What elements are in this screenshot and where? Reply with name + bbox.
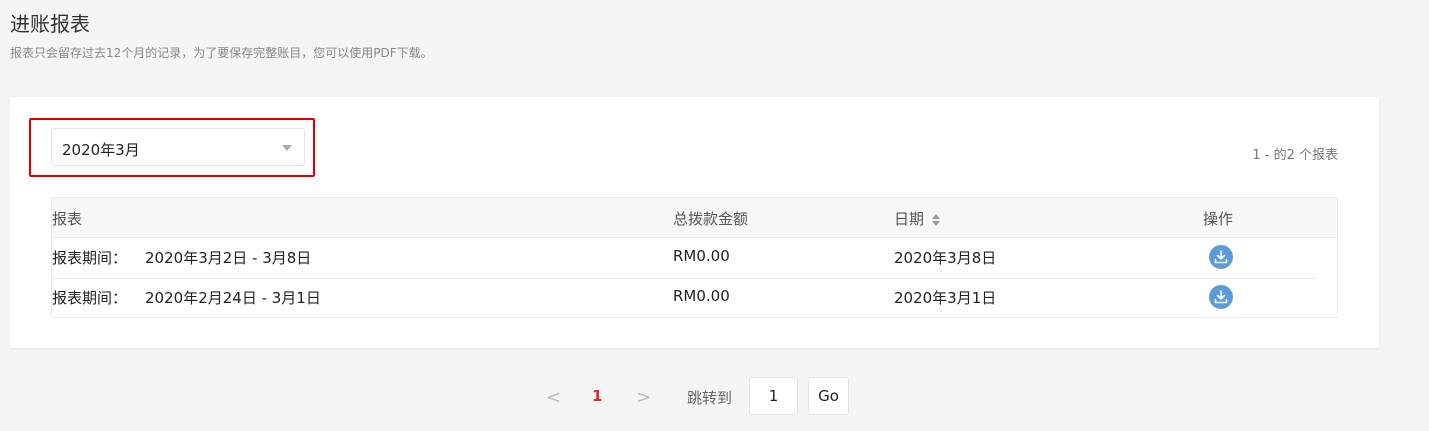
- column-header-date-label: 日期: [894, 210, 925, 228]
- amount-cell: RM0.00: [673, 287, 730, 305]
- report-period-cell: 报表期间： 2020年2月24日 - 3月1日: [52, 287, 321, 308]
- period-range: 2020年3月2日 - 3月8日: [145, 249, 312, 267]
- period-label: 报表期间：: [52, 289, 128, 307]
- page-number-current[interactable]: 1: [592, 387, 602, 405]
- column-header-report: 报表: [52, 210, 83, 228]
- sort-icon[interactable]: [932, 213, 941, 226]
- table-row: 报表期间： 2020年3月2日 - 3月8日 RM0.00 2020年3月8日: [52, 238, 1317, 279]
- download-icon[interactable]: [1209, 285, 1233, 309]
- result-count: 1 - 的2 个报表: [1252, 148, 1338, 163]
- column-header-date[interactable]: 日期: [894, 208, 941, 229]
- report-card: 2020年3月 1 - 的2 个报表 报表 总拨款金额 日期 操作 报表期间： 2…: [10, 97, 1379, 348]
- date-cell: 2020年3月1日: [894, 289, 997, 307]
- next-page-button[interactable]: >: [636, 387, 651, 408]
- chevron-down-icon: [282, 145, 292, 151]
- page-title: 进账报表: [10, 12, 90, 36]
- jump-to-label: 跳转到: [687, 389, 733, 407]
- jump-page-input[interactable]: [749, 377, 798, 415]
- page-subtitle: 报表只会留存过去12个月的记录，为了要保存完整账目，您可以使用PDF下载。: [10, 46, 433, 60]
- table-header: 报表 总拨款金额 日期 操作: [52, 198, 1337, 238]
- column-header-action: 操作: [1203, 210, 1234, 228]
- report-period-cell: 报表期间： 2020年3月2日 - 3月8日: [52, 247, 311, 268]
- table-row: 报表期间： 2020年2月24日 - 3月1日 RM0.00 2020年3月1日: [52, 278, 1317, 318]
- prev-page-button[interactable]: <: [546, 387, 561, 408]
- date-cell: 2020年3月8日: [894, 249, 997, 267]
- report-table: 报表 总拨款金额 日期 操作 报表期间： 2020年3月2日 - 3月8日 RM0…: [51, 197, 1338, 318]
- period-range: 2020年2月24日 - 3月1日: [145, 289, 321, 307]
- go-button[interactable]: Go: [808, 377, 849, 415]
- download-icon[interactable]: [1209, 245, 1233, 269]
- pagination: < 1 > 跳转到 Go: [0, 377, 1429, 417]
- amount-cell: RM0.00: [673, 247, 730, 265]
- month-select-value: 2020年3月: [62, 141, 140, 159]
- month-select[interactable]: 2020年3月: [51, 128, 305, 166]
- column-header-total: 总拨款金额: [673, 210, 749, 228]
- period-label: 报表期间：: [52, 249, 128, 267]
